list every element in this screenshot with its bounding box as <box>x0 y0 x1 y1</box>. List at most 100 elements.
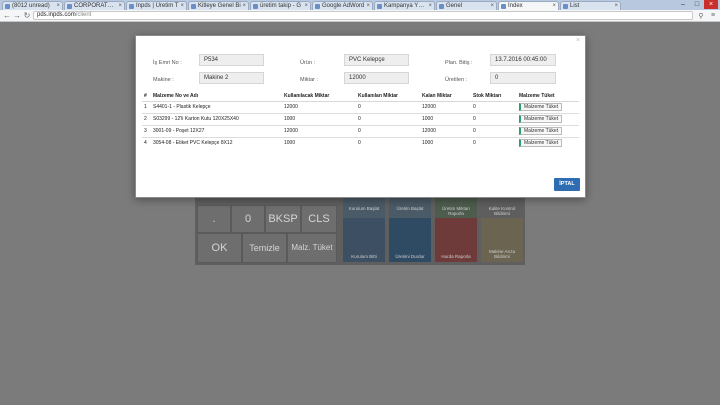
tile-hurda-raporla[interactable]: Hurda Raporla <box>435 218 477 262</box>
cell-kullanilacak: 12000 <box>282 125 356 138</box>
table-row: 1 S4401-1 - Plastik Kelepçe 12000 0 1200… <box>142 101 579 114</box>
favicon-icon <box>563 3 568 9</box>
favicon-icon <box>67 3 72 9</box>
cell-tuket: Malzeme Tüket <box>517 137 579 149</box>
tab-close-icon[interactable]: × <box>366 2 370 10</box>
browser-toolbar: ← → ↻ pds.inpds.com/client ⚲ ≡ <box>0 10 720 22</box>
malzeme-tuket-button[interactable]: Malzeme Tüket <box>519 127 563 135</box>
table-row: 2 S03299 - 12'li Karton Kutu 120X25X40 1… <box>142 113 579 126</box>
plan-bitis-label: Plan. Bitiş : <box>445 60 473 66</box>
browser-tab[interactable]: Google AdWord × <box>312 1 373 10</box>
miktar-label: Miktar : <box>300 77 319 83</box>
search-icon[interactable]: ⚲ <box>697 12 705 20</box>
cell-kullanilacak: 1000 <box>284 140 296 147</box>
makine-value: Makine 2 <box>199 72 264 84</box>
key-backspace[interactable]: BKSP <box>265 205 301 233</box>
browser-tab[interactable]: Kitleye Genel Bi × <box>188 1 249 10</box>
cell-kullanilan: 0 <box>356 113 420 126</box>
menu-icon[interactable]: ≡ <box>709 12 717 19</box>
cancel-button[interactable]: İPTAL <box>554 178 580 191</box>
modal-close-icon[interactable]: × <box>576 37 580 44</box>
table-row: 4 3054-08 - Etiket PVC Kelepçe 8X12 1000… <box>142 137 579 149</box>
favicon-icon <box>5 3 10 9</box>
key-zero[interactable]: 0 <box>231 205 265 233</box>
miktar-value: 12000 <box>344 72 409 84</box>
tab-close-icon[interactable]: × <box>428 2 432 10</box>
cell-kullanilan: 0 <box>356 125 420 138</box>
tab-close-icon[interactable]: × <box>304 2 308 10</box>
col-header-tuket: Malzeme Tüket <box>517 91 579 102</box>
temizle-button[interactable]: Temizle <box>242 233 287 263</box>
uretilen-label: Üretilen : <box>445 77 468 83</box>
urun-value: PVC Kelepçe <box>344 54 409 66</box>
favicon-icon <box>253 3 258 9</box>
malzeme-tuket-button[interactable]: Malzeme Tüket <box>519 139 563 148</box>
plan-bitis-value: 13.7.2016 00:45:00 <box>490 54 556 66</box>
malzeme-tuket-button[interactable]: Malzeme Tüket <box>519 103 563 111</box>
browser-tab[interactable]: Kampanya Yönet × <box>374 1 435 10</box>
reload-icon[interactable]: ↻ <box>23 11 31 20</box>
cell-name: S4401-1 - Plastik Kelepçe <box>151 101 282 114</box>
ok-button[interactable]: OK <box>197 233 242 263</box>
urun-label: Ürün : <box>300 60 315 66</box>
col-header-no: # <box>142 91 151 102</box>
malzeme-tuket-button[interactable]: Malzeme Tüket <box>519 115 563 123</box>
browser-tab[interactable]: CORPORATE ID × <box>64 1 125 10</box>
browser-tab[interactable]: List × <box>560 1 621 10</box>
table-row: 3 3001-09 - Poşet 12X27 12000 0 12000 0 … <box>142 125 579 138</box>
browser-tab-active[interactable]: Index × <box>498 1 559 10</box>
window-controls: – □ × <box>676 0 718 9</box>
table-header-row: # Malzeme No ve Adı Kullanılacak Miktar … <box>142 91 579 102</box>
favicon-icon <box>439 3 444 9</box>
browser-tab[interactable]: üretim takip - G × <box>250 1 311 10</box>
browser-tab[interactable]: Genel × <box>436 1 497 10</box>
cell-kalan: 12000 <box>420 125 471 138</box>
tab-close-icon[interactable]: × <box>118 2 122 10</box>
cell-no: 2 <box>142 113 151 126</box>
key-clear[interactable]: CLS <box>301 205 337 233</box>
minimize-icon[interactable]: – <box>676 0 690 9</box>
address-bar[interactable]: pds.inpds.com/client <box>33 11 693 20</box>
favicon-icon <box>129 3 134 9</box>
forward-icon[interactable]: → <box>13 11 21 20</box>
cell-kullanilacak: 12000 <box>282 101 356 114</box>
tab-close-icon[interactable]: × <box>490 2 494 10</box>
col-header-kalan: Kalan Miktar <box>420 91 471 102</box>
key-dot[interactable]: . <box>197 205 231 233</box>
cell-stok: 0 <box>471 125 517 138</box>
tile-kurulum-bitti[interactable]: Kurulum Bitti <box>343 218 385 262</box>
cell-tuket: Malzeme Tüket <box>517 101 579 114</box>
window-close-icon[interactable]: × <box>704 0 718 9</box>
cell-tuket: Malzeme Tüket <box>517 125 579 138</box>
malz-tuket-button[interactable]: Malz. Tüket <box>287 233 337 263</box>
favicon-icon <box>315 3 320 9</box>
cell-tuket: Malzeme Tüket <box>517 113 579 126</box>
tab-close-icon[interactable]: × <box>56 2 60 10</box>
back-icon[interactable]: ← <box>3 11 11 20</box>
material-table: # Malzeme No ve Adı Kullanılacak Miktar … <box>142 91 579 149</box>
is-emri-label: İş Emri No : <box>153 60 182 66</box>
browser-tab[interactable]: (8012 unread) × <box>2 1 63 10</box>
cell-kullanilacak: 1000 <box>282 113 356 126</box>
cell-stok: 0 <box>471 101 517 114</box>
maximize-icon[interactable]: □ <box>690 0 704 9</box>
cell-no: 3 <box>142 125 151 138</box>
cell-kullanilan: 0 <box>356 101 420 114</box>
tab-close-icon[interactable]: × <box>242 2 246 10</box>
col-header-kullanilan: Kullanılan Miktar <box>356 91 420 102</box>
is-emri-value: P534 <box>199 54 264 66</box>
browser-tab[interactable]: Inpds | Üretim T × <box>126 1 187 10</box>
tile-uretimi-durdur[interactable]: Üretimi Durdur <box>389 218 431 262</box>
cell-kalan: 12000 <box>420 101 471 114</box>
tile-makine-ariza[interactable]: Makine Arıza Bildirimi <box>481 218 523 262</box>
browser-tabstrip: (8012 unread) × CORPORATE ID × Inpds | Üre… <box>0 0 720 10</box>
col-header-stok: Stok Miktarı <box>471 91 517 102</box>
cell-name: S03299 - 12'li Karton Kutu 120X25X40 <box>151 113 282 126</box>
col-header-kullanilacak: Kullanılacak Miktar <box>282 91 356 102</box>
tab-close-icon[interactable]: × <box>552 2 556 10</box>
cell-stok: 0 <box>471 113 517 126</box>
favicon-icon <box>191 3 196 9</box>
col-header-name: Malzeme No ve Adı <box>151 91 282 102</box>
tab-close-icon[interactable]: × <box>614 2 618 10</box>
tab-close-icon[interactable]: × <box>180 2 184 10</box>
